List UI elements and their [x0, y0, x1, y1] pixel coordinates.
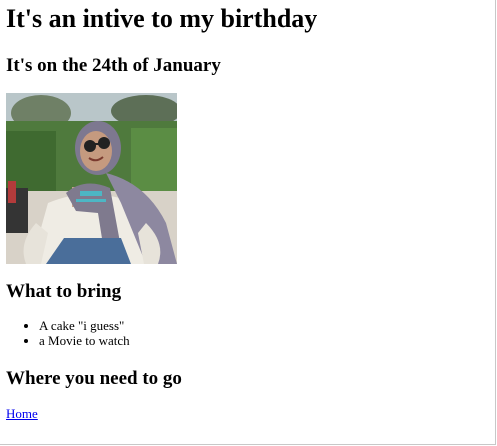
page-title: It's an intive to my birthday [6, 4, 318, 33]
bring-list: A cake "i guess" a Movie to watch [6, 318, 490, 348]
page-frame: It's an intive to my birthday It's on th… [0, 0, 496, 445]
list-item: A cake "i guess" [39, 318, 490, 333]
list-item: a Movie to watch [39, 333, 490, 348]
date-heading: It's on the 24th of January [6, 55, 221, 76]
where-heading: Where you need to go [6, 368, 182, 389]
home-link[interactable]: Home [6, 406, 38, 422]
page-content: It's an intive to my birthday It's on th… [6, 0, 490, 423]
bring-heading: What to bring [6, 281, 122, 302]
profile-photo [6, 93, 177, 264]
